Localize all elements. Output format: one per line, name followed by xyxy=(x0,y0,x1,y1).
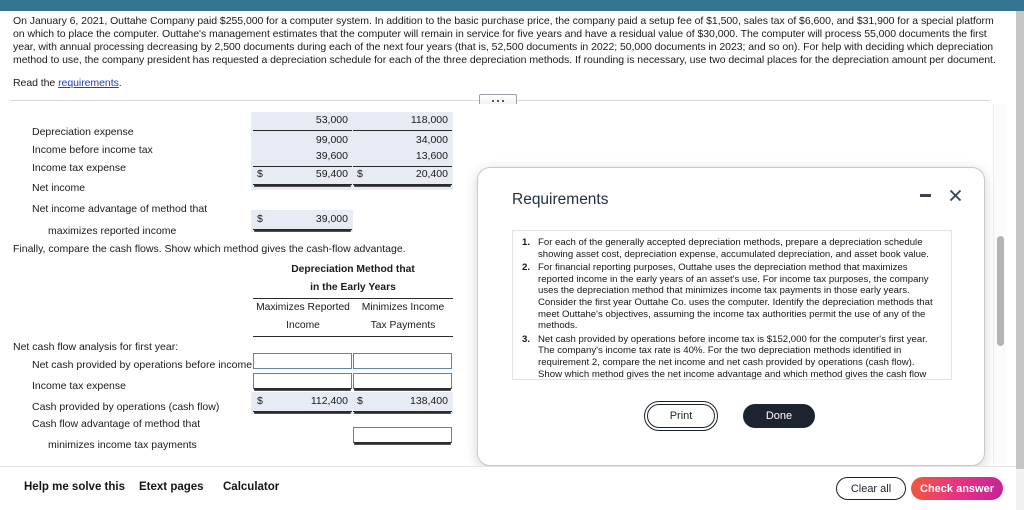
close-icon[interactable] xyxy=(944,184,966,206)
income-cell-col2: 118,000 xyxy=(353,112,452,131)
cashflow-total-col2: $ 138,400 xyxy=(353,393,452,412)
income-cell-value: 34,000 xyxy=(415,134,448,146)
income-cell-value: 59,400 xyxy=(315,168,348,180)
worksheet-scrollbar-thumb[interactable] xyxy=(997,236,1004,346)
handle-dot xyxy=(502,99,504,102)
cashflow-input-row2-col1[interactable] xyxy=(253,373,352,389)
cashflow-col2-header-line1: Minimizes Income xyxy=(361,302,445,313)
read-prefix: Read the xyxy=(13,77,59,90)
requirements-dialog: Requirements 1. For each of the generall… xyxy=(477,167,985,466)
bottom-toolbar: Help me solve this Etext pages Calculato… xyxy=(0,466,1016,510)
income-cell-value: 53,000 xyxy=(315,114,348,126)
cashflow-total-col1: $ 112,400 xyxy=(253,393,352,412)
minimize-bar xyxy=(919,193,931,197)
net-income-advantage-label-2: maximizes reported income xyxy=(48,225,177,237)
requirements-list: 1. For each of the generally accepted de… xyxy=(512,230,952,380)
requirement-number: 1. xyxy=(522,237,531,248)
requirement-number: 2. xyxy=(522,262,531,274)
dialog-actions: Print Done xyxy=(478,400,984,432)
income-cell-col1: 39,600 xyxy=(253,148,352,167)
problem-statement: On January 6, 2021, Outtahe Company paid… xyxy=(13,15,998,90)
net-income-advantage-cell: $ 39,000 xyxy=(253,211,352,230)
dialog-title: Requirements xyxy=(512,191,609,208)
requirement-item: 3. Net cash provided by operations befor… xyxy=(521,333,941,380)
clear-all-button[interactable]: Clear all xyxy=(836,477,906,500)
minimize-icon[interactable] xyxy=(914,184,936,206)
income-cell-col2: 13,600 xyxy=(353,148,452,167)
cashflow-intro-text: Finally, compare the cash flows. Show wh… xyxy=(13,243,406,255)
income-cell-value: 118,000 xyxy=(410,114,448,126)
advantage-value: 39,000 xyxy=(315,213,348,225)
read-requirements-line: Read the requirements. xyxy=(13,77,998,90)
cashflow-col2-header-line2: Tax Payments xyxy=(370,320,436,331)
print-button[interactable]: Print xyxy=(643,400,719,432)
income-cell-col1: $ 59,400 xyxy=(253,166,352,185)
income-cell-col1: 53,000 xyxy=(253,112,352,131)
cashflow-section-label: Net cash flow analysis for first year: xyxy=(13,341,179,353)
requirement-item: 1. For each of the generally accepted de… xyxy=(521,237,941,260)
cashflow-header-line2: in the Early Years xyxy=(310,282,396,293)
cashflow-advantage-label-2: minimizes income tax payments xyxy=(48,439,197,451)
cashflow-input-row2-col2[interactable] xyxy=(353,373,452,389)
calculator-link[interactable]: Calculator xyxy=(223,481,279,493)
cashflow-row-label: Income tax expense xyxy=(32,380,126,392)
cashflow-total-value: 112,400 xyxy=(310,395,348,407)
cashflow-total-value: 138,400 xyxy=(410,395,448,407)
requirement-text: For each of the generally accepted depre… xyxy=(538,237,929,260)
cashflow-total-dollar: $ xyxy=(357,395,363,407)
income-cell-dollar: $ xyxy=(257,168,263,180)
cashflow-col1-header-line1: Maximizes Reported xyxy=(256,302,350,313)
done-button[interactable]: Done xyxy=(743,404,815,428)
cashflow-row-label: Cash provided by operations (cash flow) xyxy=(32,401,220,413)
cashflow-input-row1-col1[interactable] xyxy=(253,353,352,369)
handle-dot xyxy=(492,99,494,102)
page-scrollbar-thumb[interactable] xyxy=(1016,11,1024,469)
income-row-label: Net income xyxy=(32,182,86,194)
income-cell-value: 39,600 xyxy=(315,150,348,162)
cashflow-input-row1-col2[interactable] xyxy=(353,353,452,369)
income-cell-value: 13,600 xyxy=(415,150,448,162)
problem-paragraph: On January 6, 2021, Outtahe Company paid… xyxy=(13,15,996,67)
top-header-bar xyxy=(0,0,1024,11)
income-cell-col2: $ 20,400 xyxy=(353,166,452,185)
cashflow-advantage-input[interactable] xyxy=(353,427,452,443)
requirement-item: 2. For financial reporting purposes, Out… xyxy=(521,262,941,332)
check-answer-button[interactable]: Check answer xyxy=(911,477,1003,500)
net-income-advantage-label-1: Net income advantage of method that xyxy=(32,203,208,215)
cashflow-total-dollar: $ xyxy=(257,395,263,407)
requirements-link[interactable]: requirements xyxy=(58,77,119,89)
cashflow-header-line1: Depreciation Method that xyxy=(291,264,415,275)
requirement-text: For financial reporting purposes, Outtah… xyxy=(538,262,933,332)
requirement-number: 3. xyxy=(522,333,531,345)
income-cell-dollar: $ xyxy=(357,168,363,180)
etext-pages-link[interactable]: Etext pages xyxy=(139,481,204,493)
handle-dot xyxy=(497,99,499,102)
advantage-dollar: $ xyxy=(257,213,263,225)
cashflow-advantage-label-1: Cash flow advantage of method that xyxy=(32,418,201,430)
income-row-label: Income tax expense xyxy=(32,162,126,174)
cashflow-header-rule xyxy=(253,298,453,299)
help-me-solve-this-link[interactable]: Help me solve this xyxy=(24,481,125,493)
worksheet-app: On January 6, 2021, Outtahe Company paid… xyxy=(0,0,1024,510)
cashflow-columns-rule xyxy=(253,336,453,337)
income-row-label: Depreciation expense xyxy=(32,126,134,138)
read-suffix: . xyxy=(118,77,122,90)
cashflow-col1-header-line2: Income xyxy=(286,320,320,331)
income-row-label: Income before income tax xyxy=(32,144,153,156)
income-cell-value: 20,400 xyxy=(415,168,448,180)
income-cell-value: 99,000 xyxy=(315,134,348,146)
requirement-text: Net cash provided by operations before i… xyxy=(538,333,928,380)
cashflow-row-label: Net cash provided by operations before i… xyxy=(32,359,269,371)
